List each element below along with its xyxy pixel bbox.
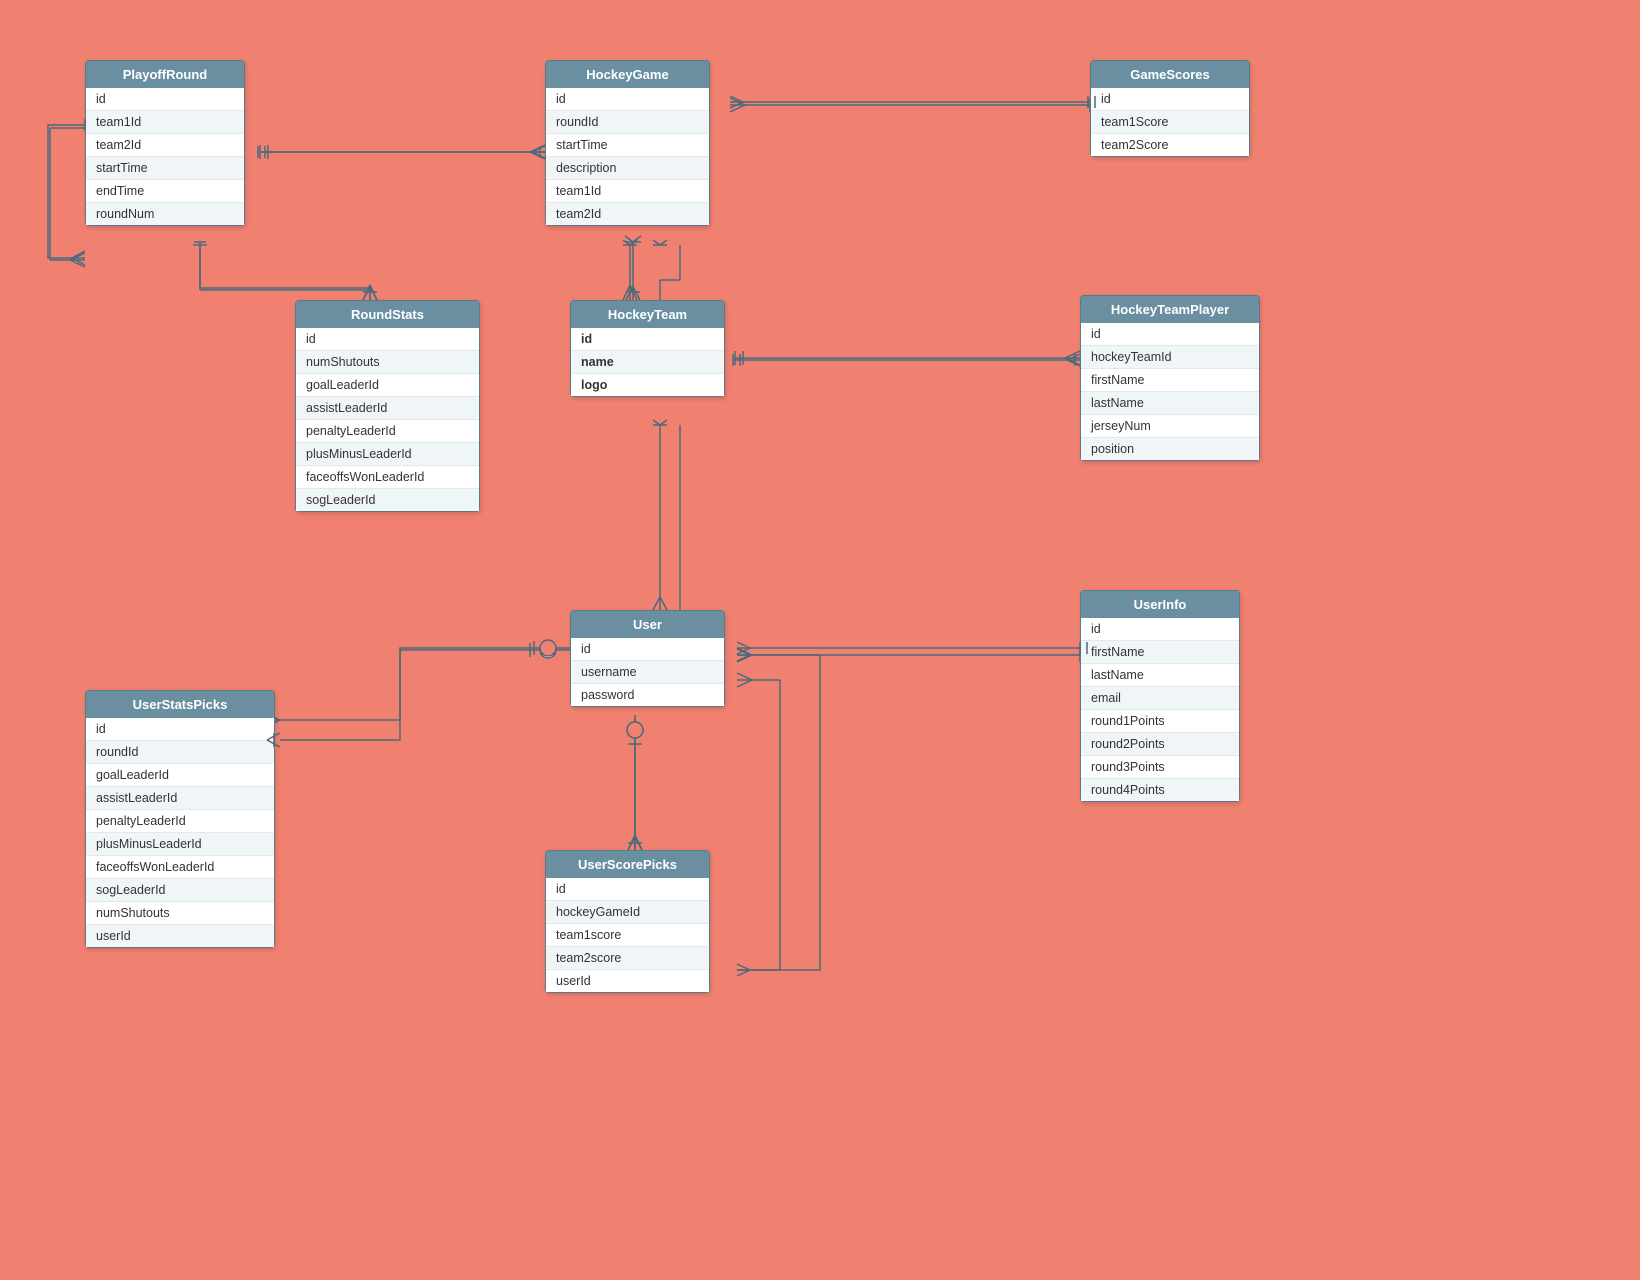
field-username: username xyxy=(571,661,724,684)
field-id: id xyxy=(546,88,709,111)
field-assistLeaderId: assistLeaderId xyxy=(296,397,479,420)
field-hockeyTeamId: hockeyTeamId xyxy=(1081,346,1259,369)
field-team2Id: team2Id xyxy=(86,134,244,157)
field-team2Id: team2Id xyxy=(546,203,709,225)
field-team2score: team2score xyxy=(546,947,709,970)
table-header-HockeyTeamPlayer: HockeyTeamPlayer xyxy=(1081,296,1259,323)
field-firstName: firstName xyxy=(1081,641,1239,664)
field-numShutouts: numShutouts xyxy=(296,351,479,374)
table-RoundStats: RoundStats id numShutouts goalLeaderId a… xyxy=(295,300,480,512)
field-name: name xyxy=(571,351,724,374)
table-header-PlayoffRound: PlayoffRound xyxy=(86,61,244,88)
field-id: id xyxy=(296,328,479,351)
field-numShutouts: numShutouts xyxy=(86,902,274,925)
field-round3Points: round3Points xyxy=(1081,756,1239,779)
field-penaltyLeaderId: penaltyLeaderId xyxy=(296,420,479,443)
field-lastName: lastName xyxy=(1081,392,1259,415)
field-startTime: startTime xyxy=(86,157,244,180)
field-sogLeaderId: sogLeaderId xyxy=(86,879,274,902)
field-roundNum: roundNum xyxy=(86,203,244,225)
field-round2Points: round2Points xyxy=(1081,733,1239,756)
field-hockeyGameId: hockeyGameId xyxy=(546,901,709,924)
field-plusMinusLeaderId: plusMinusLeaderId xyxy=(86,833,274,856)
table-HockeyTeam: HockeyTeam id name logo xyxy=(570,300,725,397)
field-id: id xyxy=(1081,323,1259,346)
field-position: position xyxy=(1081,438,1259,460)
field-sogLeaderId: sogLeaderId xyxy=(296,489,479,511)
field-faceoffsWonLeaderId: faceoffsWonLeaderId xyxy=(86,856,274,879)
table-UserStatsPicks: UserStatsPicks id roundId goalLeaderId a… xyxy=(85,690,275,948)
field-roundId: roundId xyxy=(86,741,274,764)
field-userId: userId xyxy=(86,925,274,947)
table-header-User: User xyxy=(571,611,724,638)
field-roundId: roundId xyxy=(546,111,709,134)
field-id: id xyxy=(86,718,274,741)
field-id: id xyxy=(546,878,709,901)
field-id: id xyxy=(1081,618,1239,641)
table-GameScores: GameScores id team1Score team2Score xyxy=(1090,60,1250,157)
field-firstName: firstName xyxy=(1081,369,1259,392)
field-team2Score: team2Score xyxy=(1091,134,1249,156)
field-faceoffsWonLeaderId: faceoffsWonLeaderId xyxy=(296,466,479,489)
table-UserScorePicks: UserScorePicks id hockeyGameId team1scor… xyxy=(545,850,710,993)
table-header-UserStatsPicks: UserStatsPicks xyxy=(86,691,274,718)
field-id: id xyxy=(86,88,244,111)
field-email: email xyxy=(1081,687,1239,710)
field-goalLeaderId: goalLeaderId xyxy=(296,374,479,397)
field-penaltyLeaderId: penaltyLeaderId xyxy=(86,810,274,833)
field-team1Id: team1Id xyxy=(546,180,709,203)
field-jerseyNum: jerseyNum xyxy=(1081,415,1259,438)
field-goalLeaderId: goalLeaderId xyxy=(86,764,274,787)
field-startTime: startTime xyxy=(546,134,709,157)
table-header-HockeyGame: HockeyGame xyxy=(546,61,709,88)
connectors-svg xyxy=(0,0,1640,1280)
field-password: password xyxy=(571,684,724,706)
table-header-HockeyTeam: HockeyTeam xyxy=(571,301,724,328)
table-PlayoffRound: PlayoffRound id team1Id team2Id startTim… xyxy=(85,60,245,226)
table-HockeyTeamPlayer: HockeyTeamPlayer id hockeyTeamId firstNa… xyxy=(1080,295,1260,461)
table-UserInfo: UserInfo id firstName lastName email rou… xyxy=(1080,590,1240,802)
field-id: id xyxy=(571,328,724,351)
table-User: User id username password xyxy=(570,610,725,707)
table-header-GameScores: GameScores xyxy=(1091,61,1249,88)
field-id: id xyxy=(571,638,724,661)
field-team1Score: team1Score xyxy=(1091,111,1249,134)
field-description: description xyxy=(546,157,709,180)
field-team1score: team1score xyxy=(546,924,709,947)
field-id: id xyxy=(1091,88,1249,111)
field-endTime: endTime xyxy=(86,180,244,203)
diagram-container: PlayoffRound id team1Id team2Id startTim… xyxy=(0,0,1640,1280)
field-lastName: lastName xyxy=(1081,664,1239,687)
field-round1Points: round1Points xyxy=(1081,710,1239,733)
table-header-RoundStats: RoundStats xyxy=(296,301,479,328)
table-HockeyGame: HockeyGame id roundId startTime descript… xyxy=(545,60,710,226)
field-team1Id: team1Id xyxy=(86,111,244,134)
field-plusMinusLeaderId: plusMinusLeaderId xyxy=(296,443,479,466)
field-logo: logo xyxy=(571,374,724,396)
field-assistLeaderId: assistLeaderId xyxy=(86,787,274,810)
table-header-UserScorePicks: UserScorePicks xyxy=(546,851,709,878)
field-round4Points: round4Points xyxy=(1081,779,1239,801)
table-header-UserInfo: UserInfo xyxy=(1081,591,1239,618)
field-userId: userId xyxy=(546,970,709,992)
